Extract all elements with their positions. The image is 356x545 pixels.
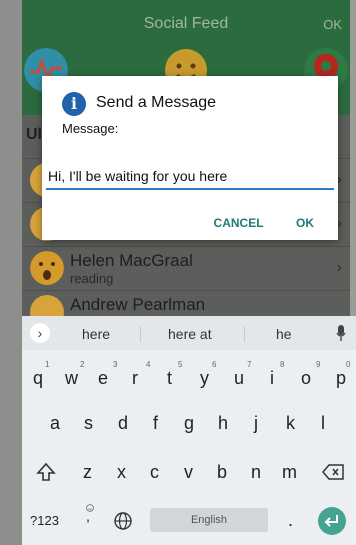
key-p[interactable]: p: [336, 368, 346, 389]
divider: [140, 326, 141, 342]
enter-key[interactable]: [318, 507, 346, 535]
key-h[interactable]: h: [218, 413, 228, 434]
key-l[interactable]: l: [321, 413, 325, 434]
info-icon: i: [62, 92, 86, 116]
chevron-right-icon: ›: [336, 259, 342, 276]
key-g[interactable]: g: [184, 413, 194, 434]
key-d[interactable]: d: [118, 413, 128, 434]
left-edge-background: [0, 0, 22, 545]
key-s[interactable]: s: [84, 413, 93, 434]
message-input-value: Hi, I'll be waiting for you here: [48, 168, 228, 184]
key-q[interactable]: q: [33, 368, 43, 389]
key-hint: 9: [316, 360, 321, 369]
key-u[interactable]: u: [234, 368, 244, 389]
app-ok-button[interactable]: OK: [323, 17, 342, 32]
key-n[interactable]: n: [251, 462, 261, 483]
key-m[interactable]: m: [282, 462, 297, 483]
key-j[interactable]: j: [254, 413, 258, 434]
key-c[interactable]: c: [150, 462, 159, 483]
contact-status: reading: [70, 271, 114, 286]
suggestion-2[interactable]: here at: [168, 326, 212, 342]
key-hint: 4: [146, 360, 151, 369]
symbols-key[interactable]: ?123: [30, 513, 59, 528]
key-v[interactable]: v: [184, 462, 193, 483]
suggestion-1[interactable]: here: [82, 326, 110, 342]
chevron-right-icon[interactable]: ›: [30, 323, 50, 343]
app-title: Social Feed: [143, 15, 229, 32]
avatar: [30, 251, 64, 285]
key-r[interactable]: r: [132, 368, 138, 389]
key-a[interactable]: a: [50, 413, 60, 434]
key-w[interactable]: w: [65, 368, 78, 389]
key-hint: 6: [212, 360, 217, 369]
key-hint: 0: [346, 360, 351, 369]
key-f[interactable]: f: [153, 413, 158, 434]
key-b[interactable]: b: [217, 462, 227, 483]
suggestion-3[interactable]: he: [276, 326, 292, 342]
suggestion-bar: › here here at he: [22, 316, 356, 350]
soft-keyboard: › here here at he q w e r t y u i o p 1 …: [22, 316, 356, 545]
key-hint: 1: [45, 360, 50, 369]
key-t[interactable]: t: [167, 368, 172, 389]
enter-arrow-icon: [324, 515, 338, 527]
message-input[interactable]: Hi, I'll be waiting for you here: [46, 168, 334, 190]
dialog-actions: CANCEL OK: [186, 214, 314, 232]
cancel-button[interactable]: CANCEL: [214, 216, 264, 230]
key-hint: 8: [280, 360, 285, 369]
divider: [244, 326, 245, 342]
list-section-header: Ul: [26, 126, 42, 143]
key-hint: 2: [80, 360, 85, 369]
message-label: Message:: [62, 121, 119, 136]
globe-icon[interactable]: [114, 512, 132, 530]
list-item[interactable]: Helen MacGraal reading ›: [22, 246, 350, 291]
key-o[interactable]: o: [301, 368, 311, 389]
backspace-icon[interactable]: [322, 464, 344, 480]
microphone-icon[interactable]: [336, 325, 346, 341]
shift-icon[interactable]: [36, 462, 56, 482]
ok-button[interactable]: OK: [296, 216, 314, 230]
key-z[interactable]: z: [83, 462, 92, 483]
emoji-hint-icon: [86, 504, 94, 512]
key-period[interactable]: .: [288, 510, 293, 531]
space-key[interactable]: English: [150, 508, 268, 532]
key-hint: 5: [178, 360, 183, 369]
key-i[interactable]: i: [270, 368, 274, 389]
contact-name: Helen MacGraal: [70, 251, 193, 270]
key-x[interactable]: x: [117, 462, 126, 483]
key-hint: 3: [113, 360, 118, 369]
key-k[interactable]: k: [286, 413, 295, 434]
dialog-title: Send a Message: [96, 94, 217, 111]
send-message-dialog: i Send a Message Message: Hi, I'll be wa…: [42, 76, 338, 240]
key-hint: 7: [247, 360, 252, 369]
key-e[interactable]: e: [98, 368, 108, 389]
contact-name: Andrew Pearlman: [70, 295, 206, 314]
key-y[interactable]: y: [200, 368, 209, 389]
